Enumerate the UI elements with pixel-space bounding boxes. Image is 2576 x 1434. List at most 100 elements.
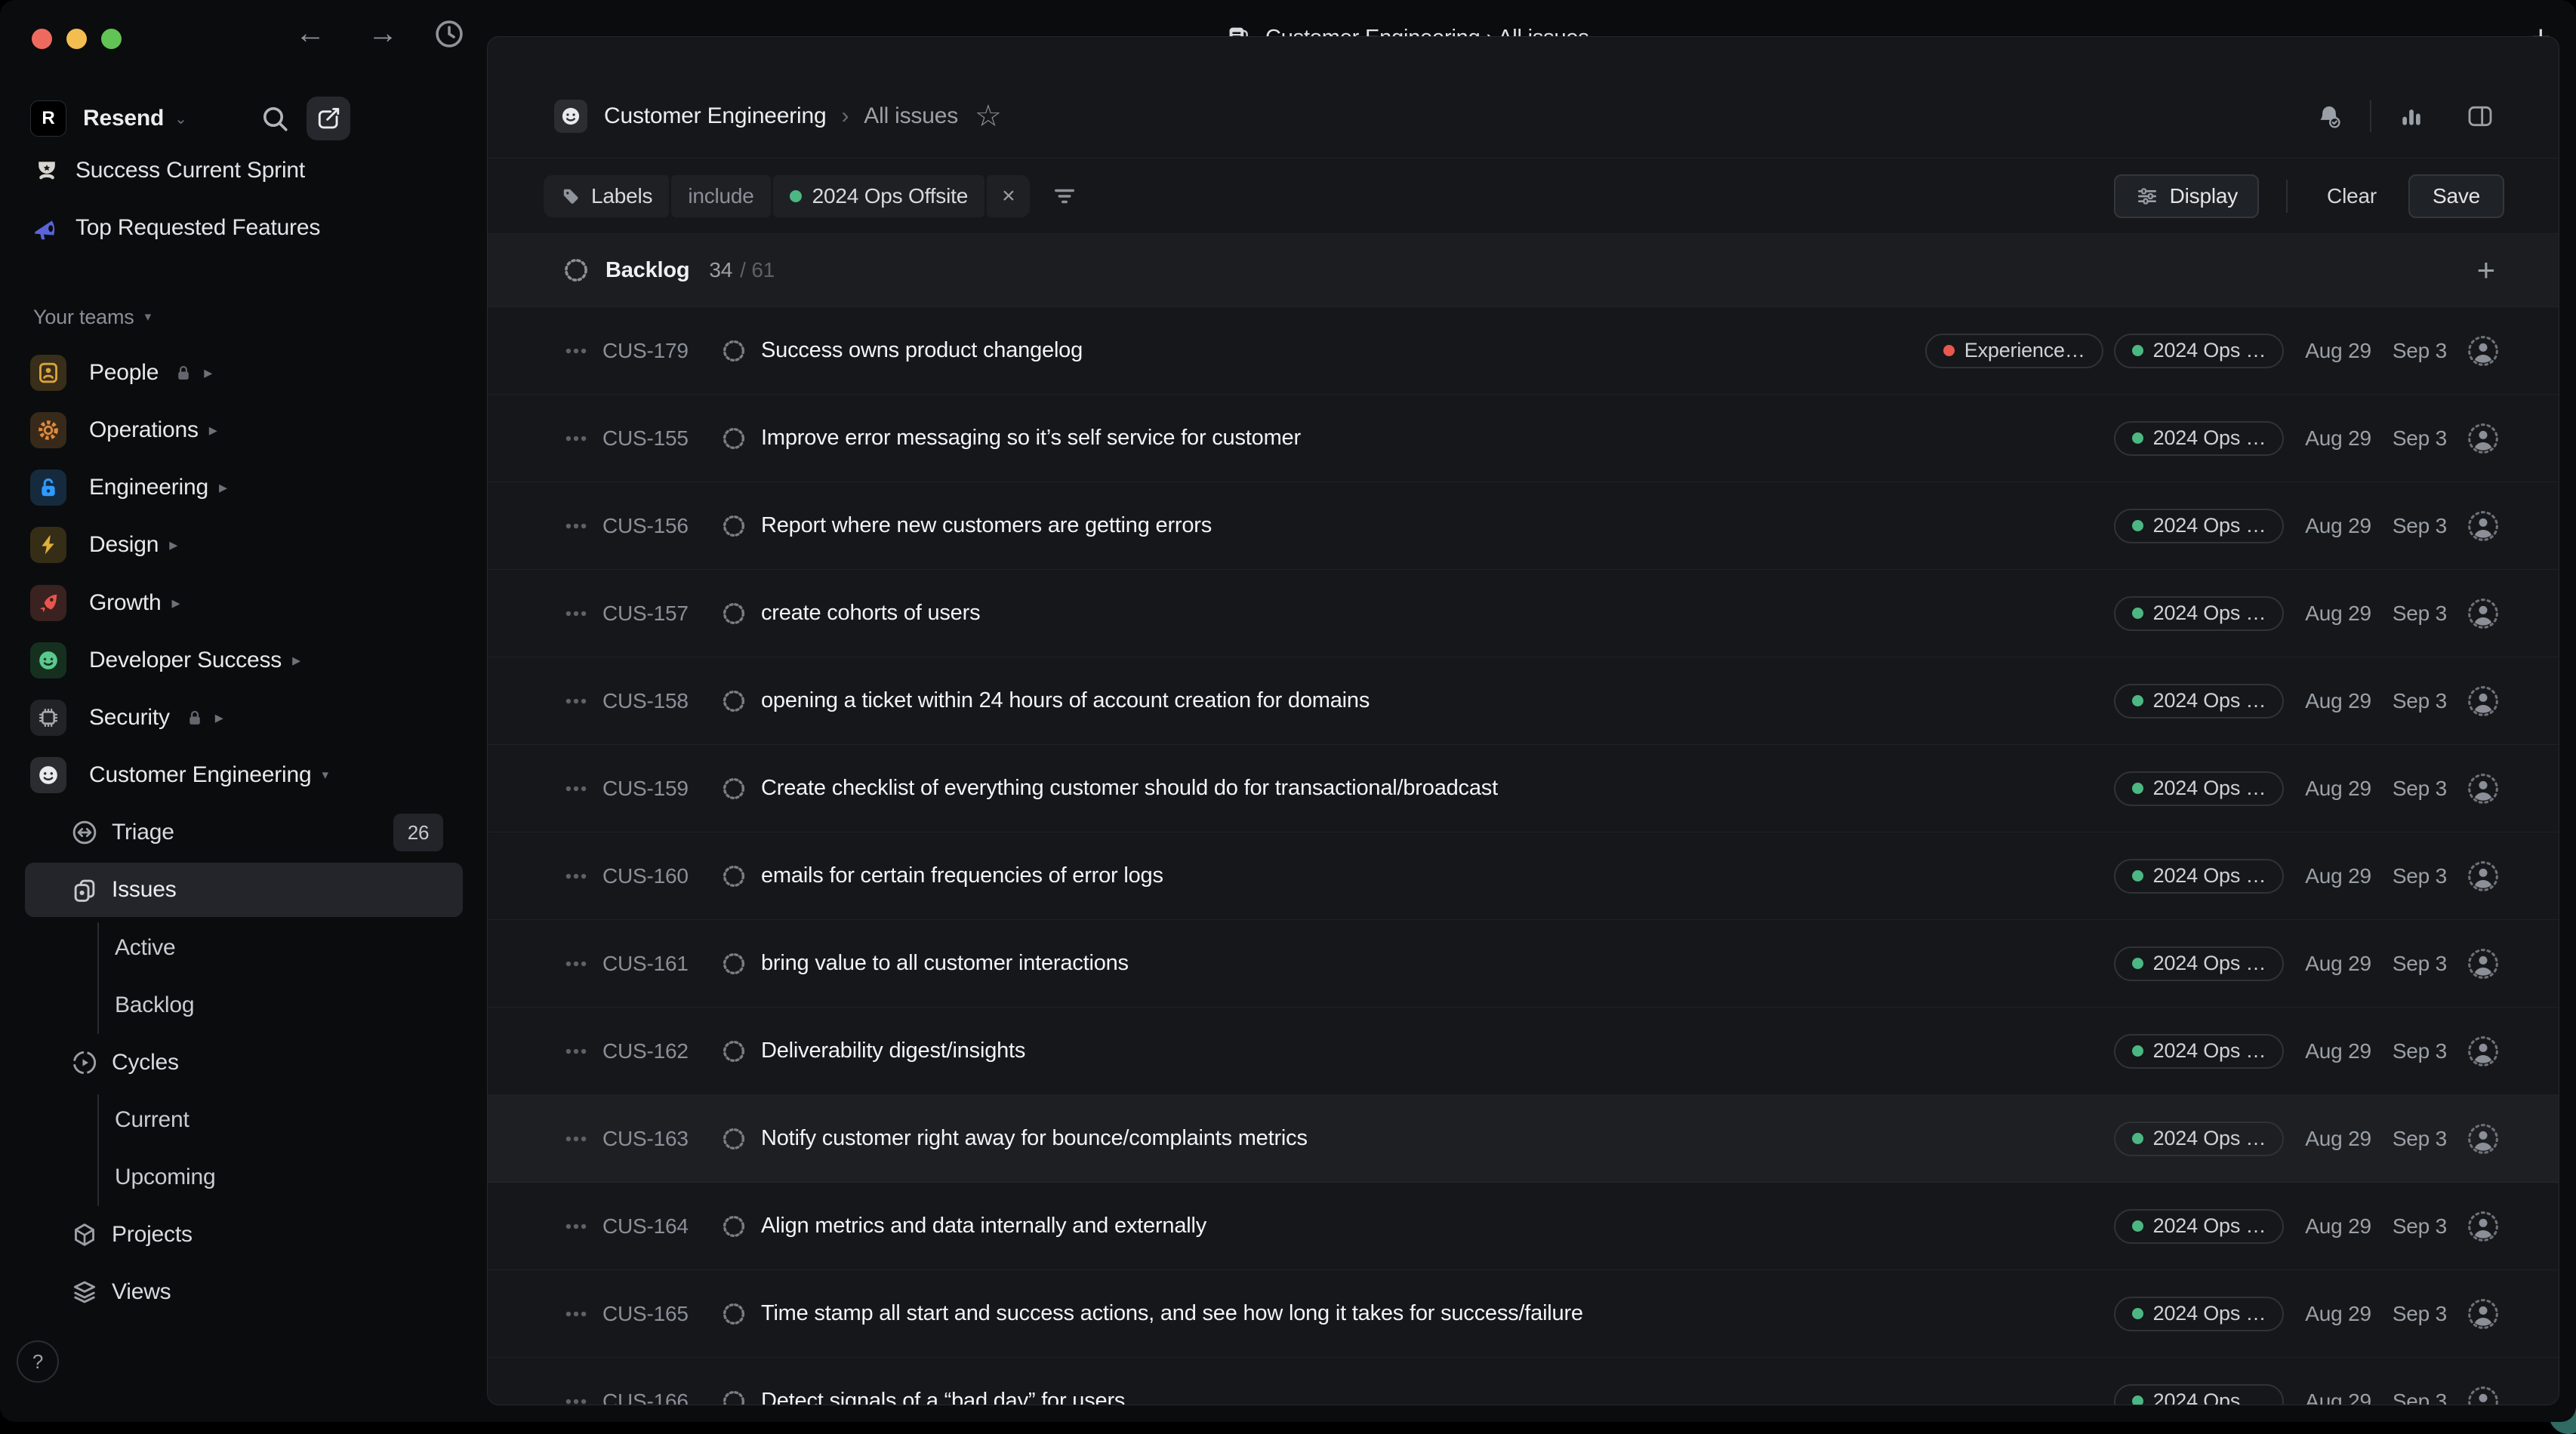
priority-icon[interactable]	[563, 1039, 589, 1064]
sidebar-team-growth[interactable]: Growth ▸	[0, 574, 487, 632]
status-backlog-icon[interactable]	[722, 426, 746, 451]
status-backlog-icon[interactable]	[722, 952, 746, 976]
sidebar-item-current[interactable]: Current	[0, 1091, 487, 1149]
sidebar-item-success-current-sprint[interactable]: Success Current Sprint	[0, 142, 487, 199]
clear-filters-button[interactable]: Clear	[2315, 174, 2389, 218]
issue-row[interactable]: CUS-166 Detect signals of a “bad day” fo…	[488, 1358, 2559, 1405]
label-pill[interactable]: 2024 Ops …	[2114, 1034, 2285, 1069]
assignee-avatar-icon[interactable]	[2467, 1385, 2500, 1406]
assignee-avatar-icon[interactable]	[2467, 1122, 2500, 1156]
assignee-avatar-icon[interactable]	[2467, 860, 2500, 893]
sidebar-item-backlog[interactable]: Backlog	[0, 977, 487, 1034]
issue-row[interactable]: CUS-158 opening a ticket within 24 hours…	[488, 657, 2559, 745]
status-backlog-icon[interactable]	[722, 1127, 746, 1151]
breadcrumb-team[interactable]: Customer Engineering	[604, 103, 827, 129]
sidebar-team-customer-engineering[interactable]: Customer Engineering ▾	[0, 746, 487, 804]
label-pill[interactable]: 2024 Ops …	[2114, 509, 2285, 543]
assignee-avatar-icon[interactable]	[2467, 597, 2500, 630]
label-pill[interactable]: 2024 Ops …	[2114, 684, 2285, 719]
assignee-avatar-icon[interactable]	[2467, 509, 2500, 543]
sidebar-team-design[interactable]: Design ▸	[0, 516, 487, 574]
label-pill[interactable]: 2024 Ops …	[2114, 1122, 2285, 1156]
sidebar-item-top-requested-features[interactable]: Top Requested Features	[0, 199, 487, 257]
status-backlog-icon[interactable]	[722, 689, 746, 713]
sidebar-team-security[interactable]: Security ▸	[0, 689, 487, 746]
favorite-star-icon[interactable]: ☆	[975, 101, 1002, 131]
issue-row[interactable]: CUS-159 Create checklist of everything c…	[488, 745, 2559, 832]
sidebar-item-upcoming[interactable]: Upcoming	[0, 1149, 487, 1206]
priority-icon[interactable]	[563, 1301, 589, 1327]
assignee-avatar-icon[interactable]	[2467, 1210, 2500, 1243]
priority-icon[interactable]	[563, 1214, 589, 1239]
label-pill[interactable]: Experience…	[1925, 334, 2103, 368]
status-backlog-icon[interactable]	[722, 1039, 746, 1063]
sidebar-team-people[interactable]: People ▸	[0, 344, 487, 402]
display-options-button[interactable]: Display	[2114, 174, 2259, 218]
assignee-avatar-icon[interactable]	[2467, 1297, 2500, 1331]
priority-icon[interactable]	[563, 426, 589, 451]
status-backlog-icon[interactable]	[722, 514, 746, 538]
issue-row[interactable]: CUS-164 Align metrics and data internall…	[488, 1183, 2559, 1270]
search-icon[interactable]	[260, 103, 290, 134]
label-pill[interactable]: 2024 Ops …	[2114, 1384, 2285, 1406]
assignee-avatar-icon[interactable]	[2467, 685, 2500, 718]
sidebar-team-operations[interactable]: Operations ▸	[0, 402, 487, 459]
sidebar-team-engineering[interactable]: Engineering ▸	[0, 459, 487, 516]
label-pill[interactable]: 2024 Ops …	[2114, 1209, 2285, 1244]
your-teams-header[interactable]: Your teams ▾	[0, 297, 487, 337]
priority-icon[interactable]	[563, 601, 589, 626]
priority-icon[interactable]	[563, 863, 589, 889]
status-backlog-icon[interactable]	[722, 1214, 746, 1239]
add-filter-icon[interactable]	[1051, 183, 1078, 210]
issue-row[interactable]: CUS-156 Report where new customers are g…	[488, 482, 2559, 570]
status-backlog-icon[interactable]	[722, 864, 746, 888]
priority-icon[interactable]	[563, 688, 589, 714]
workspace-switcher[interactable]: R Resend ⌄	[0, 90, 487, 147]
help-button[interactable]: ?	[17, 1340, 59, 1383]
save-view-button[interactable]: Save	[2408, 174, 2504, 218]
priority-icon[interactable]	[563, 513, 589, 539]
filter-remove-button[interactable]: ×	[987, 175, 1030, 217]
status-backlog-icon[interactable]	[722, 1302, 746, 1326]
sidebar-team-developer-success[interactable]: Developer Success ▸	[0, 632, 487, 689]
filter-operator[interactable]: include	[671, 175, 770, 217]
filter-value[interactable]: 2024 Ops Offsite	[773, 175, 984, 217]
status-backlog-icon[interactable]	[722, 339, 746, 363]
add-issue-button[interactable]: +	[2477, 254, 2495, 286]
insights-chart-icon[interactable]	[2397, 102, 2426, 131]
group-header-backlog[interactable]: Backlog 34 / 61 +	[488, 234, 2559, 307]
assignee-avatar-icon[interactable]	[2467, 1035, 2500, 1068]
new-issue-button[interactable]	[307, 97, 350, 140]
issue-row[interactable]: CUS-160 emails for certain frequencies o…	[488, 832, 2559, 920]
assignee-avatar-icon[interactable]	[2467, 947, 2500, 980]
status-backlog-icon[interactable]	[722, 1389, 746, 1406]
label-pill[interactable]: 2024 Ops …	[2114, 596, 2285, 631]
sidebar-item-views[interactable]: Views	[0, 1263, 487, 1321]
assignee-avatar-icon[interactable]	[2467, 422, 2500, 455]
sidebar-item-cycles[interactable]: Cycles	[0, 1034, 487, 1091]
sidebar-item-projects[interactable]: Projects	[0, 1206, 487, 1263]
issue-row[interactable]: CUS-179 Success owns product changelog E…	[488, 307, 2559, 395]
sidebar-item-triage[interactable]: Triage 26	[0, 804, 487, 861]
label-pill[interactable]: 2024 Ops …	[2114, 1297, 2285, 1331]
priority-icon[interactable]	[563, 1389, 589, 1406]
priority-icon[interactable]	[563, 776, 589, 802]
issue-row[interactable]: CUS-157 create cohorts of users 2024 Ops…	[488, 570, 2559, 657]
issue-row[interactable]: CUS-165 Time stamp all start and success…	[488, 1270, 2559, 1358]
issue-row[interactable]: CUS-155 Improve error messaging so it’s …	[488, 395, 2559, 482]
status-backlog-icon[interactable]	[722, 777, 746, 801]
priority-icon[interactable]	[563, 338, 589, 364]
assignee-avatar-icon[interactable]	[2467, 334, 2500, 368]
issue-row[interactable]: CUS-162 Deliverability digest/insights 2…	[488, 1008, 2559, 1095]
filter-field[interactable]: Labels	[544, 175, 669, 217]
assignee-avatar-icon[interactable]	[2467, 772, 2500, 805]
label-pill[interactable]: 2024 Ops …	[2114, 421, 2285, 456]
sidebar-item-issues[interactable]: Issues	[0, 861, 487, 919]
side-panel-toggle-icon[interactable]	[2465, 101, 2495, 131]
label-pill[interactable]: 2024 Ops …	[2114, 771, 2285, 806]
sidebar-item-active[interactable]: Active	[0, 919, 487, 977]
issue-row[interactable]: CUS-163 Notify customer right away for b…	[488, 1095, 2559, 1183]
status-backlog-icon[interactable]	[722, 602, 746, 626]
notification-bell-icon[interactable]	[2314, 101, 2344, 131]
issue-row[interactable]: CUS-161 bring value to all customer inte…	[488, 920, 2559, 1008]
